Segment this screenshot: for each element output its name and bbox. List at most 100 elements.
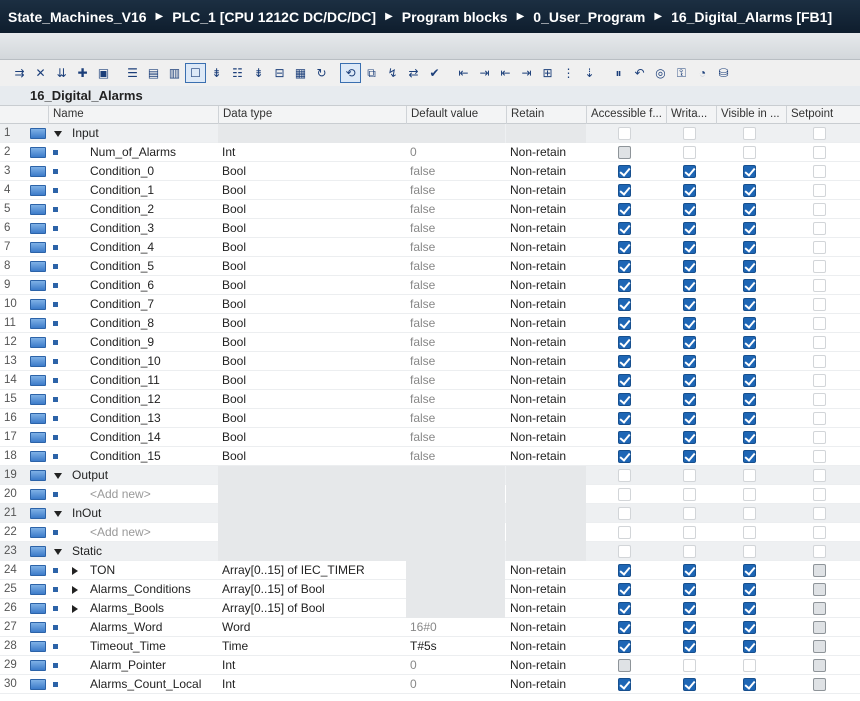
retain-cell[interactable]: Non-retain <box>510 618 586 637</box>
default-value-cell[interactable]: false <box>410 181 505 200</box>
default-value-cell[interactable]: false <box>410 162 505 181</box>
variable-name[interactable]: Condition_13 <box>90 409 161 428</box>
writable-checkbox[interactable] <box>683 279 696 292</box>
setpoint-checkbox[interactable] <box>813 184 826 197</box>
name-cell[interactable]: Alarms_Conditions <box>52 580 218 599</box>
outdent-icon[interactable]: ⇥ <box>516 63 537 83</box>
table-row[interactable]: 9 Condition_6 Bool false Non-retain <box>0 276 860 295</box>
data-type-cell[interactable]: Bool <box>222 409 404 428</box>
visible-checkbox[interactable] <box>743 279 756 292</box>
name-cell[interactable]: <Add new> <box>52 485 218 504</box>
accessible-checkbox[interactable] <box>618 241 631 254</box>
data-type-cell[interactable] <box>218 504 406 523</box>
retain-cell[interactable]: Non-retain <box>510 162 586 181</box>
accessible-checkbox[interactable] <box>618 412 631 425</box>
visible-checkbox[interactable] <box>743 222 756 235</box>
setpoint-checkbox[interactable] <box>813 127 826 140</box>
default-value-cell[interactable] <box>406 542 505 561</box>
writable-checkbox[interactable] <box>683 127 696 140</box>
data-type-cell[interactable]: Bool <box>222 314 404 333</box>
retain-cell[interactable]: Non-retain <box>510 238 586 257</box>
setpoint-checkbox[interactable] <box>813 507 826 520</box>
writable-checkbox[interactable] <box>683 298 696 311</box>
table-row[interactable]: 10 Condition_7 Bool false Non-retain <box>0 295 860 314</box>
collapse-icon[interactable] <box>54 548 62 555</box>
table-row[interactable]: 2 Num_of_Alarms Int 0 Non-retain <box>0 143 860 162</box>
variable-name[interactable]: Condition_11 <box>90 371 160 390</box>
data-type-cell[interactable]: Bool <box>222 390 404 409</box>
data-type-cell[interactable] <box>218 523 406 542</box>
setpoint-checkbox[interactable] <box>813 602 826 615</box>
name-cell[interactable]: Condition_12 <box>52 390 218 409</box>
name-cell[interactable]: Input <box>52 124 218 143</box>
setpoint-checkbox[interactable] <box>813 165 826 178</box>
grid-icon[interactable]: ⊞ <box>537 63 558 83</box>
data-type-cell[interactable] <box>218 466 406 485</box>
visible-checkbox[interactable] <box>743 203 756 216</box>
variable-name[interactable]: Alarms_Word <box>90 618 162 637</box>
setpoint-checkbox[interactable] <box>813 317 826 330</box>
snapshot-icon[interactable]: ▣ <box>93 63 114 83</box>
retain-cell[interactable]: Non-retain <box>510 143 586 162</box>
default-value-cell[interactable]: false <box>410 200 505 219</box>
visible-checkbox[interactable] <box>743 317 756 330</box>
retain-cell[interactable]: Non-retain <box>510 580 586 599</box>
writable-checkbox[interactable] <box>683 222 696 235</box>
column-header-name[interactable]: Name <box>48 106 218 124</box>
table-row[interactable]: 7 Condition_4 Bool false Non-retain <box>0 238 860 257</box>
default-value-cell[interactable] <box>406 523 505 542</box>
writable-checkbox[interactable] <box>683 526 696 539</box>
table-row[interactable]: 26 Alarms_Bools Array[0..15] of Bool Non-re… <box>0 599 860 618</box>
data-type-cell[interactable]: Int <box>222 675 404 694</box>
name-cell[interactable]: Alarms_Bools <box>52 599 218 618</box>
name-cell[interactable]: Static <box>52 542 218 561</box>
accessible-checkbox[interactable] <box>618 184 631 197</box>
variable-name[interactable]: InOut <box>72 504 101 523</box>
column-header-default-value[interactable]: Default value <box>406 106 506 124</box>
setpoint-checkbox[interactable] <box>813 659 826 672</box>
writable-checkbox[interactable] <box>683 659 696 672</box>
data-type-cell[interactable]: Time <box>222 637 404 656</box>
writable-checkbox[interactable] <box>683 450 696 463</box>
format-icon[interactable]: ⋮ <box>558 63 579 83</box>
default-value-cell[interactable]: false <box>410 428 505 447</box>
insert-row-below-icon[interactable]: ⇊ <box>51 63 72 83</box>
copy-icon[interactable]: ⧉ <box>361 63 382 83</box>
column-header-retain[interactable]: Retain <box>506 106 586 124</box>
name-cell[interactable]: Num_of_Alarms <box>52 143 218 162</box>
table-row[interactable]: 19 Output <box>0 466 860 485</box>
comment-icon[interactable]: ☐ <box>185 63 206 83</box>
visible-checkbox[interactable] <box>743 431 756 444</box>
setpoint-checkbox[interactable] <box>813 640 826 653</box>
setpoint-checkbox[interactable] <box>813 412 826 425</box>
writable-checkbox[interactable] <box>683 146 696 159</box>
accessible-checkbox[interactable] <box>618 469 631 482</box>
visible-checkbox[interactable] <box>743 469 756 482</box>
breadcrumb-item[interactable]: Program blocks <box>402 9 508 25</box>
default-value-cell[interactable] <box>406 124 505 143</box>
nav-right-icon[interactable]: ⇥ <box>474 63 495 83</box>
collapse-all-icon[interactable]: ▤ <box>143 63 164 83</box>
visible-checkbox[interactable] <box>743 355 756 368</box>
accessible-checkbox[interactable] <box>618 222 631 235</box>
name-cell[interactable]: Condition_13 <box>52 409 218 428</box>
name-cell[interactable]: Condition_4 <box>52 238 218 257</box>
retain-cell[interactable]: Non-retain <box>510 219 586 238</box>
setpoint-checkbox[interactable] <box>813 374 826 387</box>
retain-cell[interactable]: Non-retain <box>510 675 586 694</box>
accessible-checkbox[interactable] <box>618 488 631 501</box>
setpoint-checkbox[interactable] <box>813 450 826 463</box>
variable-name[interactable]: Condition_6 <box>90 276 154 295</box>
retain-cell[interactable]: Non-retain <box>510 276 586 295</box>
table-row[interactable]: 25 Alarms_Conditions Array[0..15] of Bool N… <box>0 580 860 599</box>
writable-checkbox[interactable] <box>683 165 696 178</box>
variable-name[interactable]: Alarms_Conditions <box>90 580 191 599</box>
column-header-setpoint[interactable]: Setpoint <box>786 106 860 124</box>
name-cell[interactable]: Condition_3 <box>52 219 218 238</box>
variable-name[interactable]: Num_of_Alarms <box>90 143 176 162</box>
default-value-cell[interactable]: false <box>410 390 505 409</box>
default-value-cell[interactable]: false <box>410 238 505 257</box>
table-row[interactable]: 17 Condition_14 Bool false Non-retain <box>0 428 860 447</box>
visible-checkbox[interactable] <box>743 412 756 425</box>
undo-icon[interactable]: ↶ <box>629 63 650 83</box>
